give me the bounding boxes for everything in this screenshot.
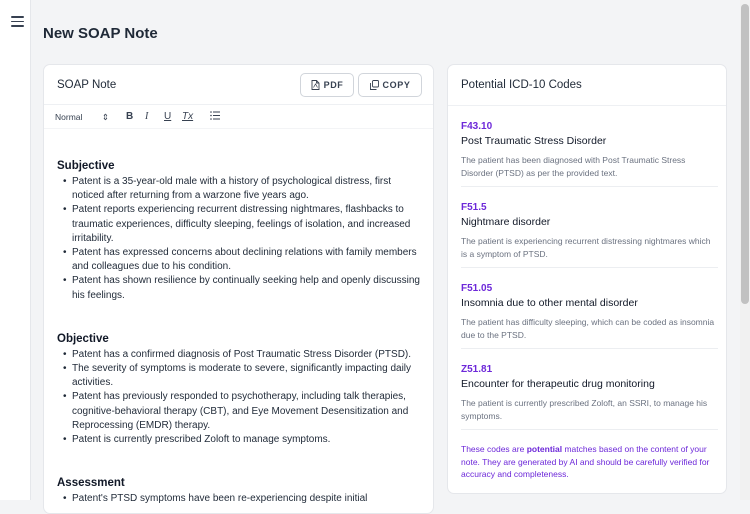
icd-code: F43.10	[461, 121, 493, 132]
bullet-item: Patent has previously responded to psych…	[57, 390, 421, 433]
icd-code-list: F43.10 Post Traumatic Stress Disorder The …	[461, 106, 718, 481]
italic-button[interactable]: I	[145, 111, 148, 122]
section-heading: Subjective	[57, 160, 115, 172]
editor-toolbar: Normal ⇕ B I U Tx	[44, 105, 433, 129]
bullet-item: Patent has a confirmed diagnosis of Post…	[57, 348, 421, 362]
bullet-item: Patent's PTSD symptoms have been re-expe…	[57, 492, 421, 506]
icd-codes-card: Potential ICD-10 Codes F43.10 Post Trauma…	[447, 64, 727, 494]
icd-code-item[interactable]: Z51.81 Encounter for therapeutic drug mon…	[461, 349, 718, 430]
bullet-item: Patent is currently prescribed Zoloft to…	[57, 433, 421, 447]
copy-button-label: COPY	[382, 80, 411, 90]
icd-code: F51.05	[461, 283, 493, 294]
ai-disclaimer: These codes are potential matches based …	[461, 430, 718, 481]
pdf-button-label: PDF	[323, 80, 344, 90]
icd-name: Encounter for therapeutic drug monitorin…	[461, 378, 655, 390]
select-arrows-icon: ⇕	[101, 112, 109, 122]
note-header: SOAP Note PDF COPY	[44, 65, 433, 105]
page-scrollbar[interactable]	[740, 0, 750, 500]
bullet-item: Patent has shown resilience by continual…	[57, 274, 421, 302]
icd-description: The patient is currently prescribed Zolo…	[461, 398, 708, 421]
icd-code: F51.5	[461, 202, 487, 213]
clear-format-button[interactable]: Tx	[182, 111, 193, 122]
icd-code-item[interactable]: F43.10 Post Traumatic Stress Disorder The …	[461, 106, 718, 187]
format-select[interactable]: Normal ⇕	[55, 112, 109, 123]
bullet-item: The severity of symptoms is moderate to …	[57, 362, 421, 390]
icd-title: Potential ICD-10 Codes	[461, 79, 582, 91]
copy-button[interactable]: COPY	[358, 73, 422, 97]
underline-button[interactable]: U	[164, 111, 171, 122]
copy-icon	[369, 80, 379, 90]
icd-description: The patient has difficulty sleeping, whi…	[461, 317, 715, 340]
icd-code-item[interactable]: F51.05 Insomnia due to other mental disor…	[461, 268, 718, 349]
section-heading: Assessment	[57, 477, 125, 490]
note-title: SOAP Note	[57, 79, 117, 91]
icd-description: The patient has been diagnosed with Post…	[461, 155, 686, 178]
icd-description: The patient is experiencing recurrent di…	[461, 236, 711, 259]
bold-button[interactable]: B	[126, 111, 133, 122]
icd-name: Nightmare disorder	[461, 216, 551, 228]
disclaimer-strong: potential	[526, 444, 563, 454]
icd-name: Insomnia due to other mental disorder	[461, 297, 638, 309]
soap-note-card: SOAP Note PDF COPY Normal ⇕ B I U Tx Sub…	[43, 64, 434, 514]
section-bullet-list: Patent is a 35-year-old male with a hist…	[57, 175, 421, 303]
bullet-item: Patent has expressed concerns about decl…	[57, 246, 421, 274]
bullet-item: Patent is a 35-year-old male with a hist…	[57, 175, 421, 203]
note-editor[interactable]: Subjective Patent is a 35-year-old male w…	[44, 129, 433, 507]
file-pdf-icon	[311, 80, 320, 90]
disclaimer-pre: These codes are	[461, 444, 527, 454]
icd-header: Potential ICD-10 Codes	[448, 65, 726, 106]
side-rail	[0, 0, 31, 500]
section-bullet-list: Patent's PTSD symptoms have been re-expe…	[57, 492, 421, 506]
section-heading: Objective	[57, 332, 109, 345]
icd-name: Post Traumatic Stress Disorder	[461, 135, 607, 147]
icd-code-item[interactable]: F51.5 Nightmare disorder The patient is ex…	[461, 187, 718, 268]
icd-code: Z51.81	[461, 364, 493, 375]
format-select-value: Normal	[55, 112, 83, 122]
bullet-list-icon[interactable]	[210, 111, 220, 123]
scrollbar-thumb[interactable]	[741, 4, 749, 304]
page-title: New SOAP Note	[43, 25, 158, 42]
section-bullet-list: Patent has a confirmed diagnosis of Post…	[57, 348, 421, 448]
pdf-button[interactable]: PDF	[300, 73, 354, 97]
bullet-item: Patent reports experiencing recurrent di…	[57, 203, 421, 246]
menu-icon[interactable]	[11, 16, 24, 27]
